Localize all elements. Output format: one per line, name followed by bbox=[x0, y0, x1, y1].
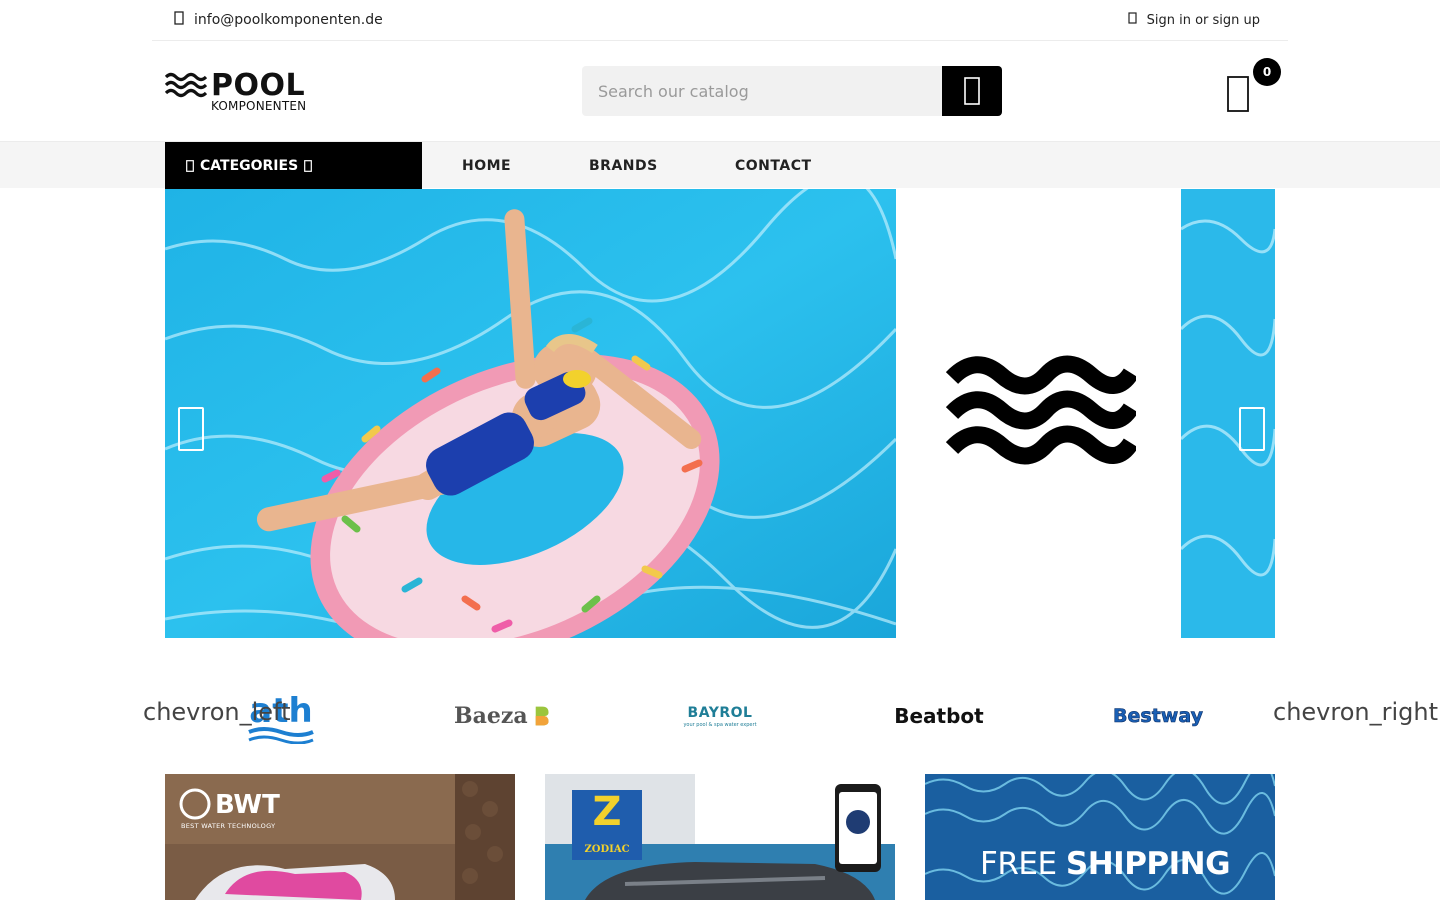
brand-bayrol-logo[interactable]: BAYROL your pool & spa water expert bbox=[673, 688, 767, 744]
brand-bestway-text: Bestway bbox=[1113, 705, 1204, 728]
mail-icon bbox=[174, 11, 184, 29]
nav-brands[interactable]: BRANDS bbox=[589, 142, 658, 189]
chevron-down-icon bbox=[304, 159, 313, 172]
search-input[interactable] bbox=[582, 66, 942, 116]
contact-email[interactable]: info@poolkomponenten.de bbox=[174, 11, 383, 29]
brand-beatbot-text: Beatbot bbox=[894, 704, 984, 728]
brand-baeza-text: Baeza bbox=[454, 703, 528, 729]
bwt-logo-text: BWT bbox=[215, 790, 280, 820]
brands-prev-chevron[interactable]: chevron_left bbox=[143, 698, 290, 726]
logo-wordmark: POOL bbox=[211, 68, 306, 103]
nav-home[interactable]: HOME bbox=[462, 142, 511, 189]
brand-bayrol-text: BAYROL bbox=[687, 704, 753, 721]
brand-baeza-logo[interactable]: Baeza bbox=[454, 688, 549, 744]
zodiac-z-mark: Z bbox=[592, 789, 622, 835]
promo-tile-free-shipping[interactable]: FREE SHIPPING bbox=[925, 774, 1275, 900]
hero-pool-photo bbox=[165, 189, 896, 638]
brand-beatbot-logo[interactable]: Beatbot bbox=[893, 688, 985, 744]
cart-icon bbox=[1227, 76, 1249, 112]
baeza-leaf-icon bbox=[535, 706, 549, 726]
user-icon bbox=[1127, 12, 1137, 28]
top-bar: info@poolkomponenten.de Sign in or sign … bbox=[152, 0, 1288, 41]
categories-menu-button[interactable]: CATEGORIES bbox=[165, 142, 422, 189]
cart-button[interactable]: 0 bbox=[1222, 58, 1282, 116]
slider-prev-arrow[interactable] bbox=[178, 407, 204, 451]
nav-contact[interactable]: CONTACT bbox=[735, 142, 812, 189]
sign-in-link[interactable]: Sign in or sign up bbox=[1127, 12, 1260, 28]
brands-next-chevron[interactable]: chevron_right bbox=[1273, 698, 1438, 726]
free-shipping-word-shipping: SHIPPING bbox=[1065, 846, 1231, 882]
search-button[interactable] bbox=[942, 66, 1002, 116]
site-logo[interactable]: POOL KOMPONENTEN bbox=[165, 68, 315, 114]
logo-subtitle: KOMPONENTEN bbox=[211, 99, 307, 113]
zodiac-logo-text: ZODIAC bbox=[584, 844, 630, 855]
categories-label: CATEGORIES bbox=[200, 157, 299, 174]
bwt-logo-subtitle: BEST WATER TECHNOLOGY bbox=[181, 822, 276, 830]
waves-logo-icon bbox=[165, 72, 207, 98]
waves-emblem-icon bbox=[946, 355, 1136, 465]
promo-tile-zodiac[interactable]: Z ZODIAC bbox=[545, 774, 895, 900]
free-shipping-word-free: FREE bbox=[980, 846, 1057, 882]
menu-icon bbox=[186, 159, 194, 172]
main-nav: CATEGORIES HOME BRANDS CONTACT bbox=[0, 141, 1440, 189]
brand-bayrol-tagline: your pool & spa water expert bbox=[683, 721, 757, 728]
hero-slider bbox=[165, 189, 1275, 638]
hero-logo-panel bbox=[896, 189, 1181, 638]
promo-tile-bwt[interactable]: BWT BEST WATER TECHNOLOGY bbox=[165, 774, 515, 900]
cart-count-badge: 0 bbox=[1253, 58, 1281, 86]
search-icon bbox=[964, 77, 980, 105]
brand-carousel: ath chevron_left Baeza BAYROL your pool … bbox=[0, 680, 1440, 750]
contact-email-text[interactable]: info@poolkomponenten.de bbox=[194, 12, 383, 28]
sign-in-text[interactable]: Sign in or sign up bbox=[1147, 13, 1260, 28]
brand-bestway-logo[interactable]: Bestway bbox=[1112, 688, 1204, 744]
search-bar bbox=[582, 66, 1002, 116]
slider-next-arrow[interactable] bbox=[1239, 407, 1265, 451]
free-shipping-label: FREE SHIPPING bbox=[980, 846, 1231, 882]
